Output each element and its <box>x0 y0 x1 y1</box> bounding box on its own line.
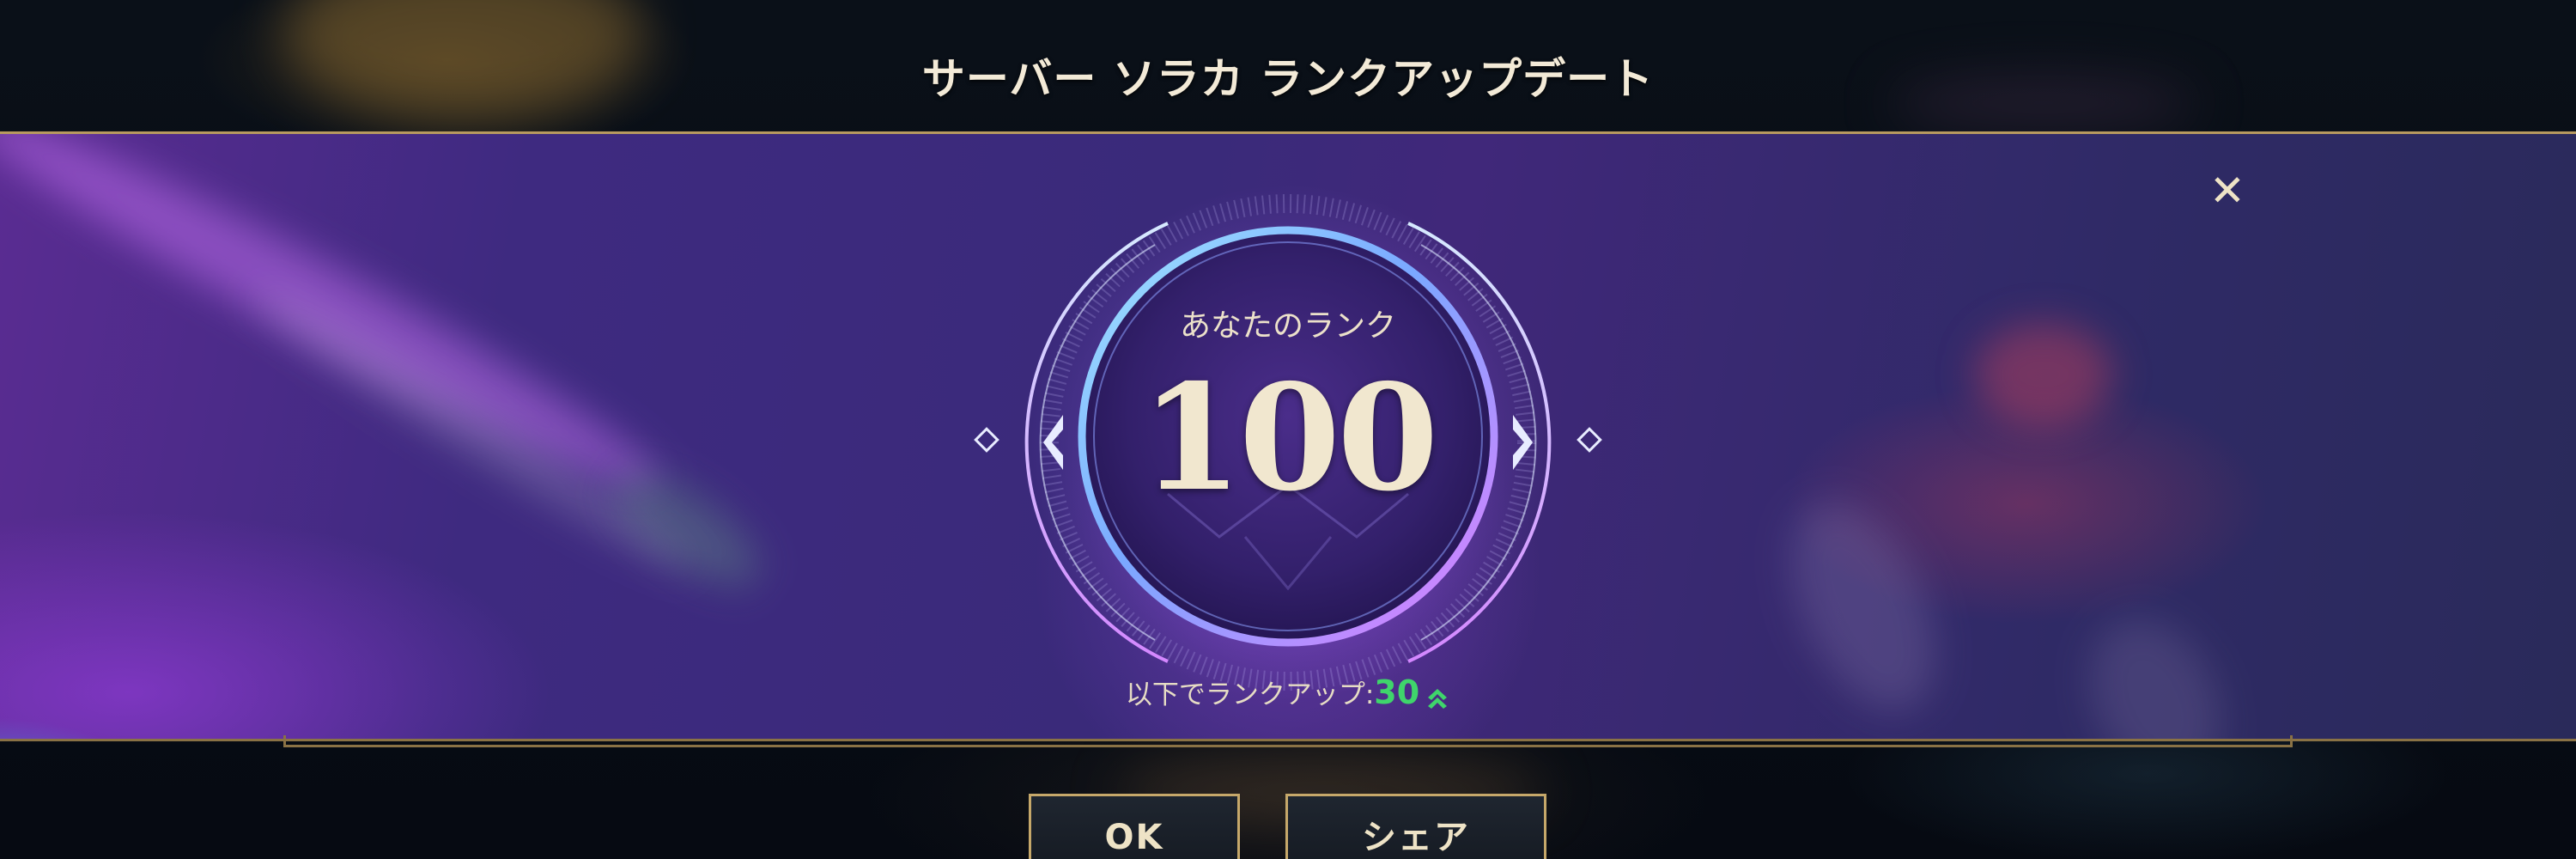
share-button[interactable]: シェア <box>1285 794 1546 859</box>
page-title: サーバー ソラカ ランクアップデート <box>921 53 1655 104</box>
emblem-left-diamond <box>974 427 999 453</box>
panel-frame <box>283 735 2293 747</box>
double-chevron-up-icon <box>1428 688 1448 709</box>
background-streak <box>2064 597 2246 739</box>
rankup-label: 以下でランクアップ: <box>1125 679 1375 710</box>
ok-button[interactable]: OK <box>1029 794 1240 859</box>
rank-label: あなたのランク <box>1179 308 1396 344</box>
background-streak <box>1975 323 2112 426</box>
close-button[interactable]: ✕ <box>2208 169 2246 212</box>
emblem-right-diamond <box>1577 427 1602 453</box>
game-screen: サーバー ソラカ ランクアップデート あなたのランク 100 以下でランクアップ… <box>0 0 2576 859</box>
rankup-info: 以下でランクアップ:30 <box>1030 672 1546 716</box>
rankup-value: 30 <box>1374 673 1420 711</box>
background-streak <box>1761 479 1965 734</box>
background-streak <box>242 275 702 586</box>
background-streak <box>0 134 677 517</box>
rank-value: 100 <box>1140 352 1439 524</box>
close-icon: ✕ <box>2209 166 2245 216</box>
